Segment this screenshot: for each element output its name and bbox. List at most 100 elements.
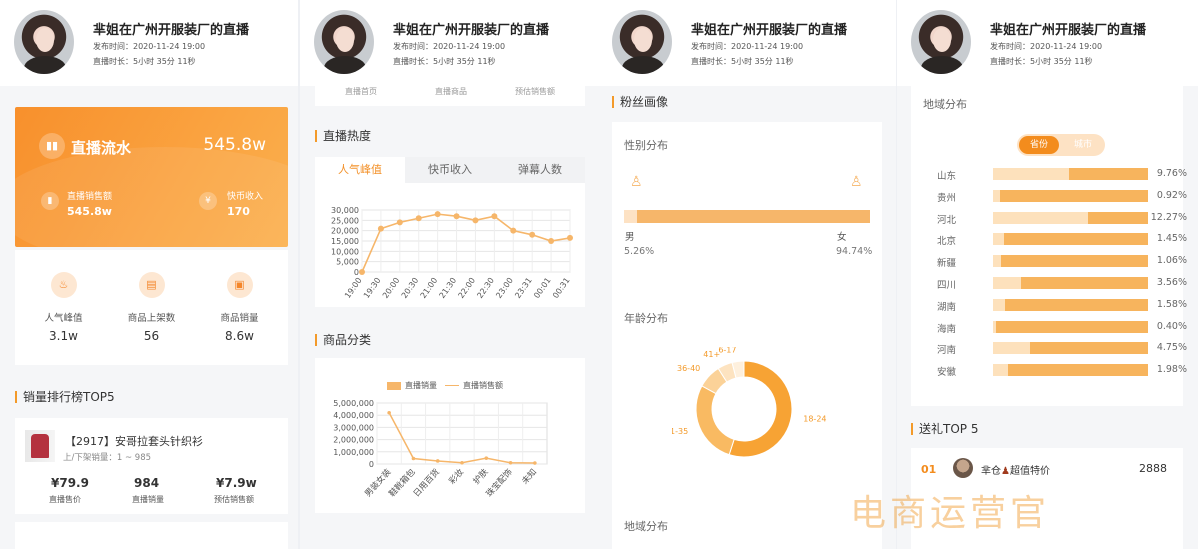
female-pct: 94.74% bbox=[836, 246, 873, 257]
chart-icon: ▮ bbox=[41, 192, 59, 210]
legend-bar-swatch bbox=[387, 381, 401, 390]
heat-series-line bbox=[361, 213, 571, 273]
heat-x-tick-label: 22:30 bbox=[475, 276, 496, 300]
region-name: 湖南 bbox=[937, 301, 957, 313]
partial-nav-card: 直播首页 直播商品 预估销售额 bbox=[315, 86, 585, 106]
live-title: 芈姐在广州开服装厂的直播 bbox=[393, 23, 550, 38]
heat-x-tick-label: 20:30 bbox=[400, 276, 421, 300]
gift-title: 送礼TOP 5 bbox=[911, 423, 978, 435]
product-revenue: ¥7.9w bbox=[216, 476, 257, 490]
region-pct: 1.98% bbox=[1156, 364, 1187, 376]
product-price: ¥79.9 bbox=[51, 476, 89, 490]
flow-value: 545.8w bbox=[203, 135, 266, 155]
category-x-tick-label: 彩妆 bbox=[447, 466, 467, 486]
heat-x-tick-label: 22:00 bbox=[456, 276, 477, 300]
bar-chart-icon: ▮▮ bbox=[39, 133, 65, 159]
category-y-tick-label: 5,000,000 bbox=[333, 399, 374, 408]
live-header: 芈姐在广州开服装厂的直播 发布时间：2020-11-24 19:00 直播时长：… bbox=[598, 0, 896, 86]
tab-coin[interactable]: 快币收入 bbox=[405, 157, 495, 183]
region-pct: 1.06% bbox=[1156, 255, 1187, 267]
heat-tabs: 人气峰值 快币收入 弹幕人数 bbox=[315, 157, 585, 183]
heat-y-tick-label: 5,000 bbox=[336, 258, 359, 267]
category-legend: 直播销量 直播销售额 bbox=[387, 380, 503, 391]
ranking-item-next[interactable] bbox=[15, 522, 288, 549]
heat-data-point bbox=[472, 217, 479, 224]
region-name: 四川 bbox=[937, 280, 957, 291]
panel-fans: 芈姐在广州开服装厂的直播 发布时间：2020-11-24 19:00 直播时长：… bbox=[598, 0, 896, 549]
region-bar-fill bbox=[993, 320, 997, 333]
fans-region-title: 地域分布 bbox=[624, 520, 668, 533]
live-header: 芈姐在广州开服装厂的直播 发布时间：2020-11-24 19:00 直播时长：… bbox=[897, 0, 1198, 86]
female-icon: ♙ bbox=[850, 174, 863, 190]
category-data-point bbox=[484, 456, 489, 460]
heat-y-tick-label: 25,000 bbox=[331, 216, 359, 225]
heat-data-point bbox=[548, 238, 555, 244]
gift-rank: 01 bbox=[921, 463, 937, 476]
heat-y-tick-label: 30,000 bbox=[331, 206, 359, 215]
region-row: 安徽 1.98% bbox=[937, 364, 1187, 379]
age-slice-label: 36-40 bbox=[677, 364, 700, 373]
region-bar-track bbox=[993, 255, 1148, 268]
coin-icon: ¥ bbox=[199, 192, 217, 210]
heat-data-point bbox=[567, 234, 573, 241]
heat-x-tick-label: 23:00 bbox=[494, 276, 515, 300]
live-title: 芈姐在广州开服装厂的直播 bbox=[93, 23, 250, 38]
region-row: 四川 3.56% bbox=[937, 277, 1187, 291]
gift-name: 芈仓♟超值特价 bbox=[981, 466, 1050, 477]
panel-live-overview: 芈姐在广州开服装厂的直播 发布时间：2020-11-24 19:00 直播时长：… bbox=[0, 0, 298, 549]
category-chart: 0 1,000,000 2,000,000 3,000,000 4,000,000 5,0… bbox=[333, 399, 548, 499]
tab-peak[interactable]: 人气峰值 bbox=[315, 157, 405, 183]
region-name: 新疆 bbox=[937, 258, 957, 270]
region-bar-fill bbox=[993, 277, 1021, 289]
category-data-point bbox=[460, 460, 464, 465]
region-name: 山东 bbox=[937, 171, 957, 182]
region-pct: 9.76% bbox=[1156, 168, 1187, 179]
age-slice-label: 6-17 bbox=[718, 347, 736, 354]
coin-label: 快币收入 bbox=[227, 192, 264, 202]
region-pct: 1.58% bbox=[1156, 298, 1187, 310]
avatar bbox=[14, 10, 74, 74]
region-row: 海南 0.40% bbox=[937, 320, 1187, 335]
flow-title: 直播流水 bbox=[71, 139, 132, 157]
region-name: 海南 bbox=[937, 323, 957, 335]
gender-bar-male bbox=[624, 210, 637, 223]
gift-avatar bbox=[953, 458, 973, 478]
region-row: 山东 9.76% bbox=[937, 168, 1187, 182]
shop-icon: ▤ bbox=[138, 272, 165, 298]
category-y-tick-label: 1,000,000 bbox=[333, 448, 374, 457]
avatar bbox=[612, 10, 672, 74]
toggle-city[interactable]: 城市 bbox=[1065, 136, 1101, 154]
region-bar-fill bbox=[993, 233, 1005, 246]
legend-line-swatch bbox=[445, 385, 459, 386]
category-series-line bbox=[388, 412, 535, 464]
panel-heat: 芈姐在广州开服装厂的直播 发布时间：2020-11-24 19:00 直播时长：… bbox=[300, 0, 598, 549]
region-bar-fill bbox=[993, 168, 1069, 180]
category-data-point bbox=[533, 461, 537, 465]
region-row: 新疆 1.06% bbox=[937, 255, 1187, 270]
heat-x-tick-label: 23:31 bbox=[513, 276, 534, 300]
region-name: 安徽 bbox=[937, 367, 957, 379]
category-data-point bbox=[411, 456, 416, 461]
bag-icon: ▣ bbox=[226, 272, 253, 298]
category-x-tick-label: 日用百货 bbox=[411, 466, 442, 499]
heat-x-tick-label: 00:31 bbox=[551, 276, 572, 300]
ranking-item[interactable]: 【2917】安哥拉套头针织衫 上/下架销量：1 ~ 985 ¥79.9 直播售价… bbox=[15, 418, 288, 514]
live-duration: 直播时长：5小时 35分 11秒 bbox=[93, 57, 196, 66]
category-y-tick-label: 4,000,000 bbox=[333, 411, 374, 420]
tab-danmaku[interactable]: 弹幕人数 bbox=[495, 157, 585, 183]
region-bar-fill bbox=[993, 255, 1002, 268]
region-bar-fill bbox=[993, 298, 1006, 311]
toggle-province[interactable]: 省份 bbox=[1019, 136, 1059, 154]
gift-value: 2888 bbox=[1139, 462, 1167, 475]
category-x-tick-label: 护肤 bbox=[471, 466, 491, 486]
heat-x-tick-label: 00:01 bbox=[532, 276, 553, 300]
category-y-tick-label: 3,000,000 bbox=[333, 423, 374, 432]
publish-time: 发布时间：2020-11-24 19:00 bbox=[93, 42, 206, 51]
age-slice bbox=[695, 385, 735, 456]
sales-label: 直播销售额 bbox=[67, 192, 113, 202]
region-toggle[interactable]: 省份 城市 bbox=[1017, 134, 1105, 156]
region-row: 北京 1.45% bbox=[937, 233, 1187, 247]
category-y-tick-label: 0 bbox=[369, 460, 374, 469]
region-bar-track bbox=[993, 233, 1148, 246]
category-data-point bbox=[508, 460, 513, 465]
